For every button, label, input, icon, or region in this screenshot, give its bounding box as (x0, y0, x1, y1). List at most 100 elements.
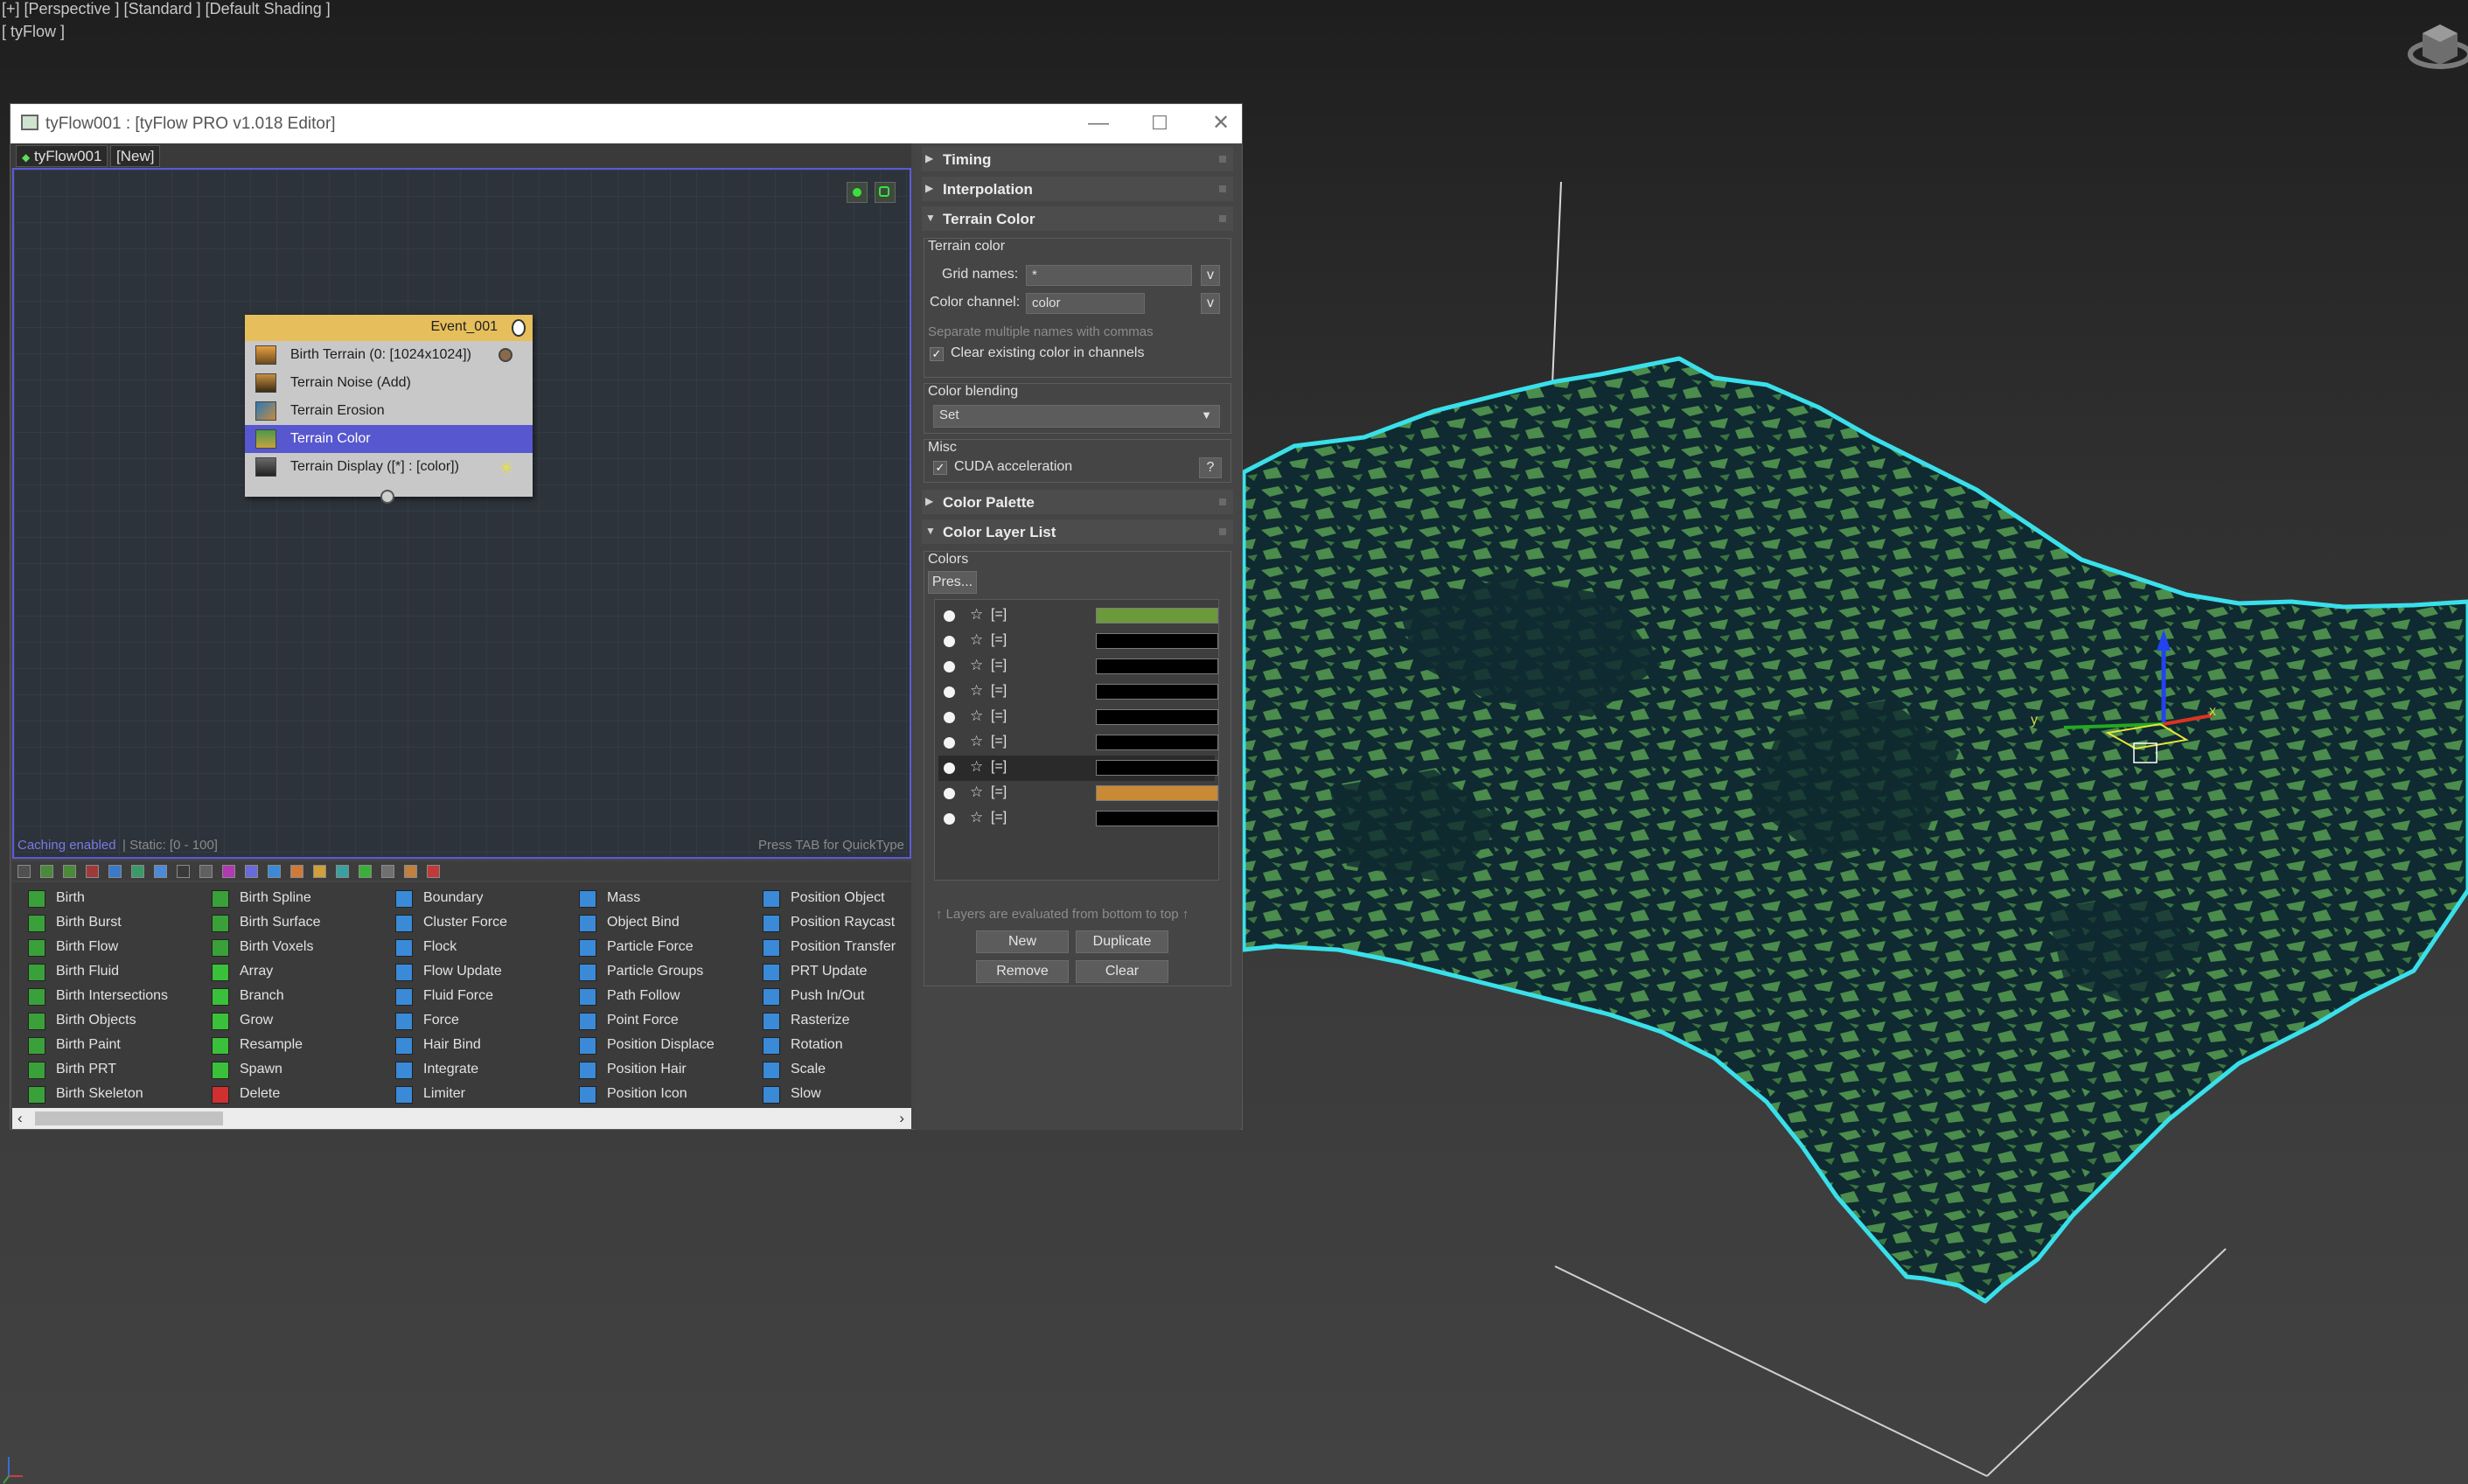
color-layer-list[interactable]: ☆ [=] ☆ [=] ☆ [=] ☆ [=] ☆ [=] ☆ [=] ☆ [=] ☆ [=] … (934, 599, 1219, 881)
operator-item[interactable]: Force (387, 1008, 568, 1033)
operator-terrain-erosion[interactable]: Terrain Erosion (245, 397, 533, 425)
event-output-port[interactable] (380, 490, 394, 504)
category-icon[interactable] (336, 865, 349, 878)
color-layer-row[interactable]: ☆ [=] (938, 679, 1218, 705)
color-layer-row[interactable]: ☆ [=] (938, 806, 1218, 832)
category-icon[interactable] (63, 865, 76, 878)
category-icon[interactable] (177, 865, 190, 878)
operator-item[interactable]: Particle Force (570, 935, 752, 959)
operator-item[interactable]: Birth Voxels (203, 935, 385, 959)
operator-item[interactable]: Position Raycast (754, 910, 936, 935)
operator-item[interactable]: Birth PRT (19, 1057, 201, 1082)
help-button[interactable]: ? (1199, 457, 1222, 478)
color-swatch[interactable] (1096, 811, 1218, 826)
category-icon[interactable] (290, 865, 303, 878)
color-layer-row[interactable]: ☆ [=] (938, 756, 1218, 781)
star-icon[interactable]: ☆ (970, 784, 983, 801)
color-swatch[interactable] (1096, 633, 1218, 649)
presets-button[interactable]: Pres... (928, 571, 977, 594)
color-layer-row[interactable]: ☆ [=] (938, 781, 1218, 806)
color-channel-input[interactable]: color (1026, 293, 1145, 314)
color-layer-row[interactable]: ☆ [=] (938, 603, 1218, 629)
color-layer-row[interactable]: ☆ [=] (938, 705, 1218, 730)
clear-existing-checkbox[interactable]: ✓ (930, 347, 944, 361)
operator-item[interactable]: Position Displace (570, 1033, 752, 1057)
viewcube-icon[interactable] (2408, 24, 2468, 69)
duplicate-layer-button[interactable]: Duplicate (1076, 930, 1168, 953)
operator-item[interactable]: PRT Update (754, 959, 936, 984)
operator-item[interactable]: Fluid Force (387, 984, 568, 1008)
layer-enable-dot-icon[interactable] (944, 737, 955, 749)
category-icon[interactable] (313, 865, 326, 878)
operator-item[interactable]: Path Follow (570, 984, 752, 1008)
graph-refresh-icon[interactable] (875, 182, 896, 203)
operator-item[interactable]: Birth Spline (203, 886, 385, 910)
cuda-checkbox[interactable]: ✓ (933, 461, 947, 475)
color-swatch[interactable] (1096, 608, 1218, 624)
rollout-timing[interactable]: ▶ Timing (922, 147, 1233, 171)
scroll-right-arrow-icon[interactable]: › (899, 1110, 904, 1127)
color-swatch[interactable] (1096, 785, 1218, 801)
category-icon[interactable] (268, 865, 281, 878)
lightbulb-icon[interactable] (512, 319, 526, 337)
operator-item[interactable]: Particle Groups (570, 959, 752, 984)
operator-item[interactable]: Boundary (387, 886, 568, 910)
minimize-button[interactable]: — (1072, 108, 1125, 139)
operator-item[interactable]: Delete (203, 1082, 385, 1106)
flow-graph-canvas[interactable]: Event_001 Birth Terrain (0: [1024x1024])… (12, 168, 911, 859)
operator-item[interactable]: Position Hair (570, 1057, 752, 1082)
operator-item[interactable]: Position Transfer (754, 935, 936, 959)
operator-terrain-display[interactable]: Terrain Display ([*] : [color]) ☀ (245, 453, 533, 481)
operator-item[interactable]: Birth Flow (19, 935, 201, 959)
tab-new[interactable]: [New] (110, 145, 161, 167)
operator-item[interactable]: Position Object (754, 886, 936, 910)
color-layer-row[interactable]: ☆ [=] (938, 730, 1218, 756)
rollout-color-layer-list[interactable]: ▼ Color Layer List (922, 519, 1233, 544)
layer-enable-dot-icon[interactable] (944, 686, 955, 698)
color-layer-row[interactable]: ☆ [=] (938, 629, 1218, 654)
operator-item[interactable]: Push In/Out (754, 984, 936, 1008)
star-icon[interactable]: ☆ (970, 682, 983, 700)
category-icon[interactable] (154, 865, 167, 878)
operator-item[interactable]: Birth Burst (19, 910, 201, 935)
operator-item[interactable]: Birth Surface (203, 910, 385, 935)
close-button[interactable]: ✕ (1195, 108, 1247, 139)
operator-item[interactable]: Birth Objects (19, 1008, 201, 1033)
grid-names-input[interactable]: * (1026, 265, 1192, 286)
category-icon[interactable] (40, 865, 53, 878)
operator-item[interactable]: Slow (754, 1082, 936, 1106)
rollout-terrain-color[interactable]: ▼ Terrain Color (922, 206, 1233, 231)
category-icon[interactable] (222, 865, 235, 878)
operator-item[interactable]: Birth Fluid (19, 959, 201, 984)
category-icon[interactable] (86, 865, 99, 878)
color-swatch[interactable] (1096, 735, 1218, 750)
star-icon[interactable]: ☆ (970, 657, 983, 674)
operator-item[interactable]: Point Force (570, 1008, 752, 1033)
operator-item[interactable]: Resample (203, 1033, 385, 1057)
color-swatch[interactable] (1096, 684, 1218, 700)
grid-names-pick-button[interactable]: v (1201, 265, 1220, 286)
operator-item[interactable]: Object Bind (570, 910, 752, 935)
blending-dropdown[interactable]: Set ▼ (933, 405, 1220, 428)
title-bar[interactable]: tyFlow001 : [tyFlow PRO v1.018 Editor] —… (10, 104, 1242, 143)
rollout-color-palette[interactable]: ▶ Color Palette (922, 490, 1233, 514)
operator-item[interactable]: Birth (19, 886, 201, 910)
operator-item[interactable]: Birth Skeleton (19, 1082, 201, 1106)
operator-list-scrollbar[interactable]: ‹ › (12, 1108, 911, 1129)
operator-item[interactable]: Flow Update (387, 959, 568, 984)
tab-tyflow001[interactable]: ◆ tyFlow001 (16, 145, 108, 167)
operator-item[interactable]: Spawn (203, 1057, 385, 1082)
event-header[interactable]: Event_001 (245, 315, 533, 341)
color-channel-pick-button[interactable]: v (1201, 293, 1220, 314)
star-icon[interactable]: ☆ (970, 758, 983, 776)
operator-item[interactable]: Birth Paint (19, 1033, 201, 1057)
operator-item[interactable]: Limiter (387, 1082, 568, 1106)
category-icon[interactable] (245, 865, 258, 878)
operator-item[interactable]: Mass (570, 886, 752, 910)
layer-enable-dot-icon[interactable] (944, 661, 955, 672)
caching-status[interactable]: Caching enabled (17, 838, 116, 853)
new-layer-button[interactable]: New (976, 930, 1069, 953)
star-icon[interactable]: ☆ (970, 631, 983, 649)
rollout-interpolation[interactable]: ▶ Interpolation (922, 177, 1233, 201)
category-icon[interactable] (131, 865, 144, 878)
